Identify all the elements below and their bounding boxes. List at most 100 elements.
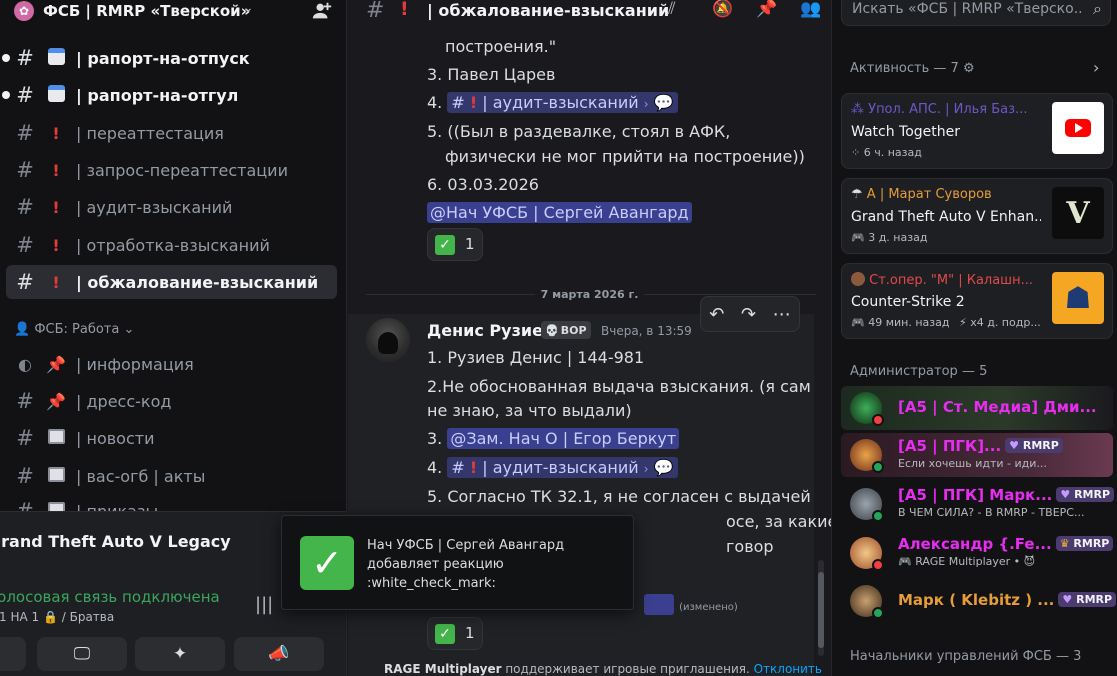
pin-icon: 📌 [46,354,66,374]
activity-header[interactable]: Активность — 7 ⚙ [850,61,975,76]
user-mention-fragment[interactable] [644,594,674,615]
list-number: 4. [427,93,443,112]
server-icon: ✿ [14,1,34,21]
member-status-text: В ЧЕМ СИЛА? - В RMRP - ТВЕРС... [898,506,1085,519]
threads-icon[interactable]: ⫽ [668,0,676,19]
gamepad-icon: 🎮 [851,316,865,329]
dismiss-link[interactable]: Отклонить [754,662,822,676]
exclamation-icon: ! [52,272,60,292]
hash-icon: # [16,121,34,145]
edited-label: (изменено) [679,602,738,613]
gta-icon: V [1052,187,1104,239]
invite-people-icon[interactable] [310,0,334,22]
list-number: 4. [427,458,443,477]
message-line: @Нач УФСБ | Сергей Авангард [427,202,692,223]
channel-dress-kod[interactable]: # 📌 | дресс-код [6,384,337,418]
message-line: построения." [445,37,557,56]
chevron-right-icon: › [643,462,649,476]
channel-label: | переаттестация [76,123,224,143]
hash-icon: # [16,83,34,107]
channel-raport-otpusk[interactable]: # | рапорт-на-отпуск [2,41,337,75]
member-status-text: 🎮 RAGE Multiplayer • 😈 [898,555,1098,568]
activity-card[interactable]: ☂ А | Марат Суворов Grand Theft Auto V E… [841,178,1113,254]
soundboard-button[interactable]: 📣 [234,637,324,671]
server-name[interactable]: ФСБ | RMRP «Тверской» [43,2,250,20]
gamepad-icon: 🎮 [851,231,865,244]
hash-icon: # [451,93,465,112]
gear-icon[interactable]: ⚙ [963,61,975,76]
channel-raport-otgul[interactable]: # | рапорт-на-отгул [2,78,337,112]
channel-novosti[interactable]: # | новости [6,421,337,455]
member-row[interactable]: Марк ( Klebitz ) ... ♥ RMRP [841,579,1117,623]
channel-zapros-pereattestacii[interactable]: # ! | запрос-переаттестации [6,153,337,187]
activity-user-name: Ст.опер. "М" | Калашн... [869,273,1033,288]
youtube-icon [1052,102,1104,154]
hash-icon: # [16,233,34,257]
voice-activity-icon[interactable]: ||| [255,594,273,615]
forward-icon[interactable]: ↷ [741,304,756,325]
channel-pereattestaciya[interactable]: # ! | переаттестация [6,116,337,150]
voice-room[interactable]: 1 НА 1 🔒 / Братва [0,610,114,624]
hash-icon: # [16,464,34,488]
activities-button[interactable]: ✦ [135,637,225,671]
channel-mention-audit[interactable]: # ! | аудит-взысканий › 💬 [447,92,678,113]
user-mention[interactable]: @Нач УФСБ | Сергей Авангард [427,202,692,223]
newspaper-icon [46,466,66,486]
message-line: 3. @Зам. Нач О | Егор Беркут [427,428,680,449]
category-fsb-rabota[interactable]: 👤 ФСБ: Работа ⌄ [14,322,134,337]
avatar[interactable] [366,318,410,362]
activity-time-label: 49 мин. назад [868,316,950,329]
member-row[interactable]: [А5 | ПГК] Марк... ♥ RMRP В ЧЕМ СИЛА? - В… [841,482,1115,526]
reaction-check[interactable]: ✓ 1 [427,617,483,650]
note-text: поддерживает игровые приглашения. [501,662,754,676]
reaction-notification[interactable]: ✓ Нач УФСБ | Сергей Авангард добавляет р… [281,515,634,610]
game-name: RAGE Multiplayer [384,662,502,676]
more-icon[interactable]: ⋯ [773,304,791,325]
activity-time-label: 6 ч. назад [863,146,922,159]
pinned-messages-icon[interactable]: 📌 [756,0,777,19]
message-author[interactable]: Денис Рузиев [427,321,553,340]
exclamation-icon: ! [469,458,478,477]
member-name: Александр {.Fe... ♛ RMRP [898,535,1114,553]
voice-status[interactable]: Голосовая связь подключена [0,588,220,606]
activity-time: 🎮 49 мин. назад ⚡ x4 д. подр... [851,316,1041,329]
user-mention[interactable]: @Зам. Нач О | Егор Беркут [447,428,680,449]
badge-label: RMRP [1076,593,1113,606]
rmrp-badge: ♛ RMRP [1055,536,1114,551]
chevron-down-icon[interactable]: ⌄ [242,0,254,16]
reply-icon[interactable]: ↶ [709,304,724,325]
member-row[interactable]: [А5 | ПГК]... ♥ RMRP Если хочешь идти - и… [841,433,1113,477]
message-line: говор [726,537,774,556]
channel-mention-audit[interactable]: # ! | аудит-взысканий › 💬 [447,457,678,478]
activity-time: 🎮 3 д. назад [851,231,927,244]
member-row[interactable]: [А5 | Ст. Медиа] Дми... [841,386,1113,430]
search-input[interactable]: Искать «ФСБ | RMRP «Тверско... ⌕ [841,0,1111,26]
channel-obzhalovanie-vzyskaniy[interactable]: # ! | обжалование-взысканий [6,265,337,299]
member-list-icon[interactable]: 👥 [800,0,821,19]
check-mark-icon: ✓ [435,624,455,644]
channel-vas-ogb-akty[interactable]: # | вас-огб | акты [6,459,337,493]
activity-user: ⁂ Упол. АПС. | Илья Баз... [851,102,1041,117]
mute-notifications-icon[interactable]: 🔕 [712,0,733,19]
rmrp-badge: ♥ RMRP [1005,438,1063,453]
message-line: 1. Рузиев Денис | 144-981 [427,348,645,367]
scrollbar-thumb[interactable] [818,572,824,648]
reaction-check[interactable]: ✓ 1 [427,228,483,261]
member-row[interactable]: Александр {.Fe... ♛ RMRP 🎮 RAGE Multiplay… [841,531,1114,575]
chevron-right-icon[interactable]: › [1093,58,1099,77]
guild-tag[interactable]: 💀 BOP [541,321,591,339]
notification-emoji: :white_check_mark: [367,576,496,591]
channel-otrabotka-vzyskaniy[interactable]: # ! | отработка-взысканий [6,228,337,262]
message-line: физически не мог прийти на построение)) [445,147,805,166]
hash-icon: # [16,389,34,413]
channel-informaciya[interactable]: ◐ 📌 | информация [6,347,337,381]
activity-card[interactable]: Ст.опер. "М" | Калашн... Counter-Strike … [841,263,1113,339]
search-icon: ⌕ [1093,0,1102,18]
channel-audit-vzyskaniy[interactable]: # ! | аудит-взысканий [6,190,337,224]
message-line: 3. Павел Царев [427,65,556,84]
activity-card[interactable]: ⁂ Упол. АПС. | Илья Баз... Watch Togethe… [841,93,1113,169]
server-header[interactable]: ✿ ФСБ | RMRP «Тверской» ⌄ [0,0,346,23]
calendar-icon [46,47,66,69]
screen-share-button[interactable]: 🖵 [37,637,127,671]
camera-button[interactable] [0,637,26,671]
